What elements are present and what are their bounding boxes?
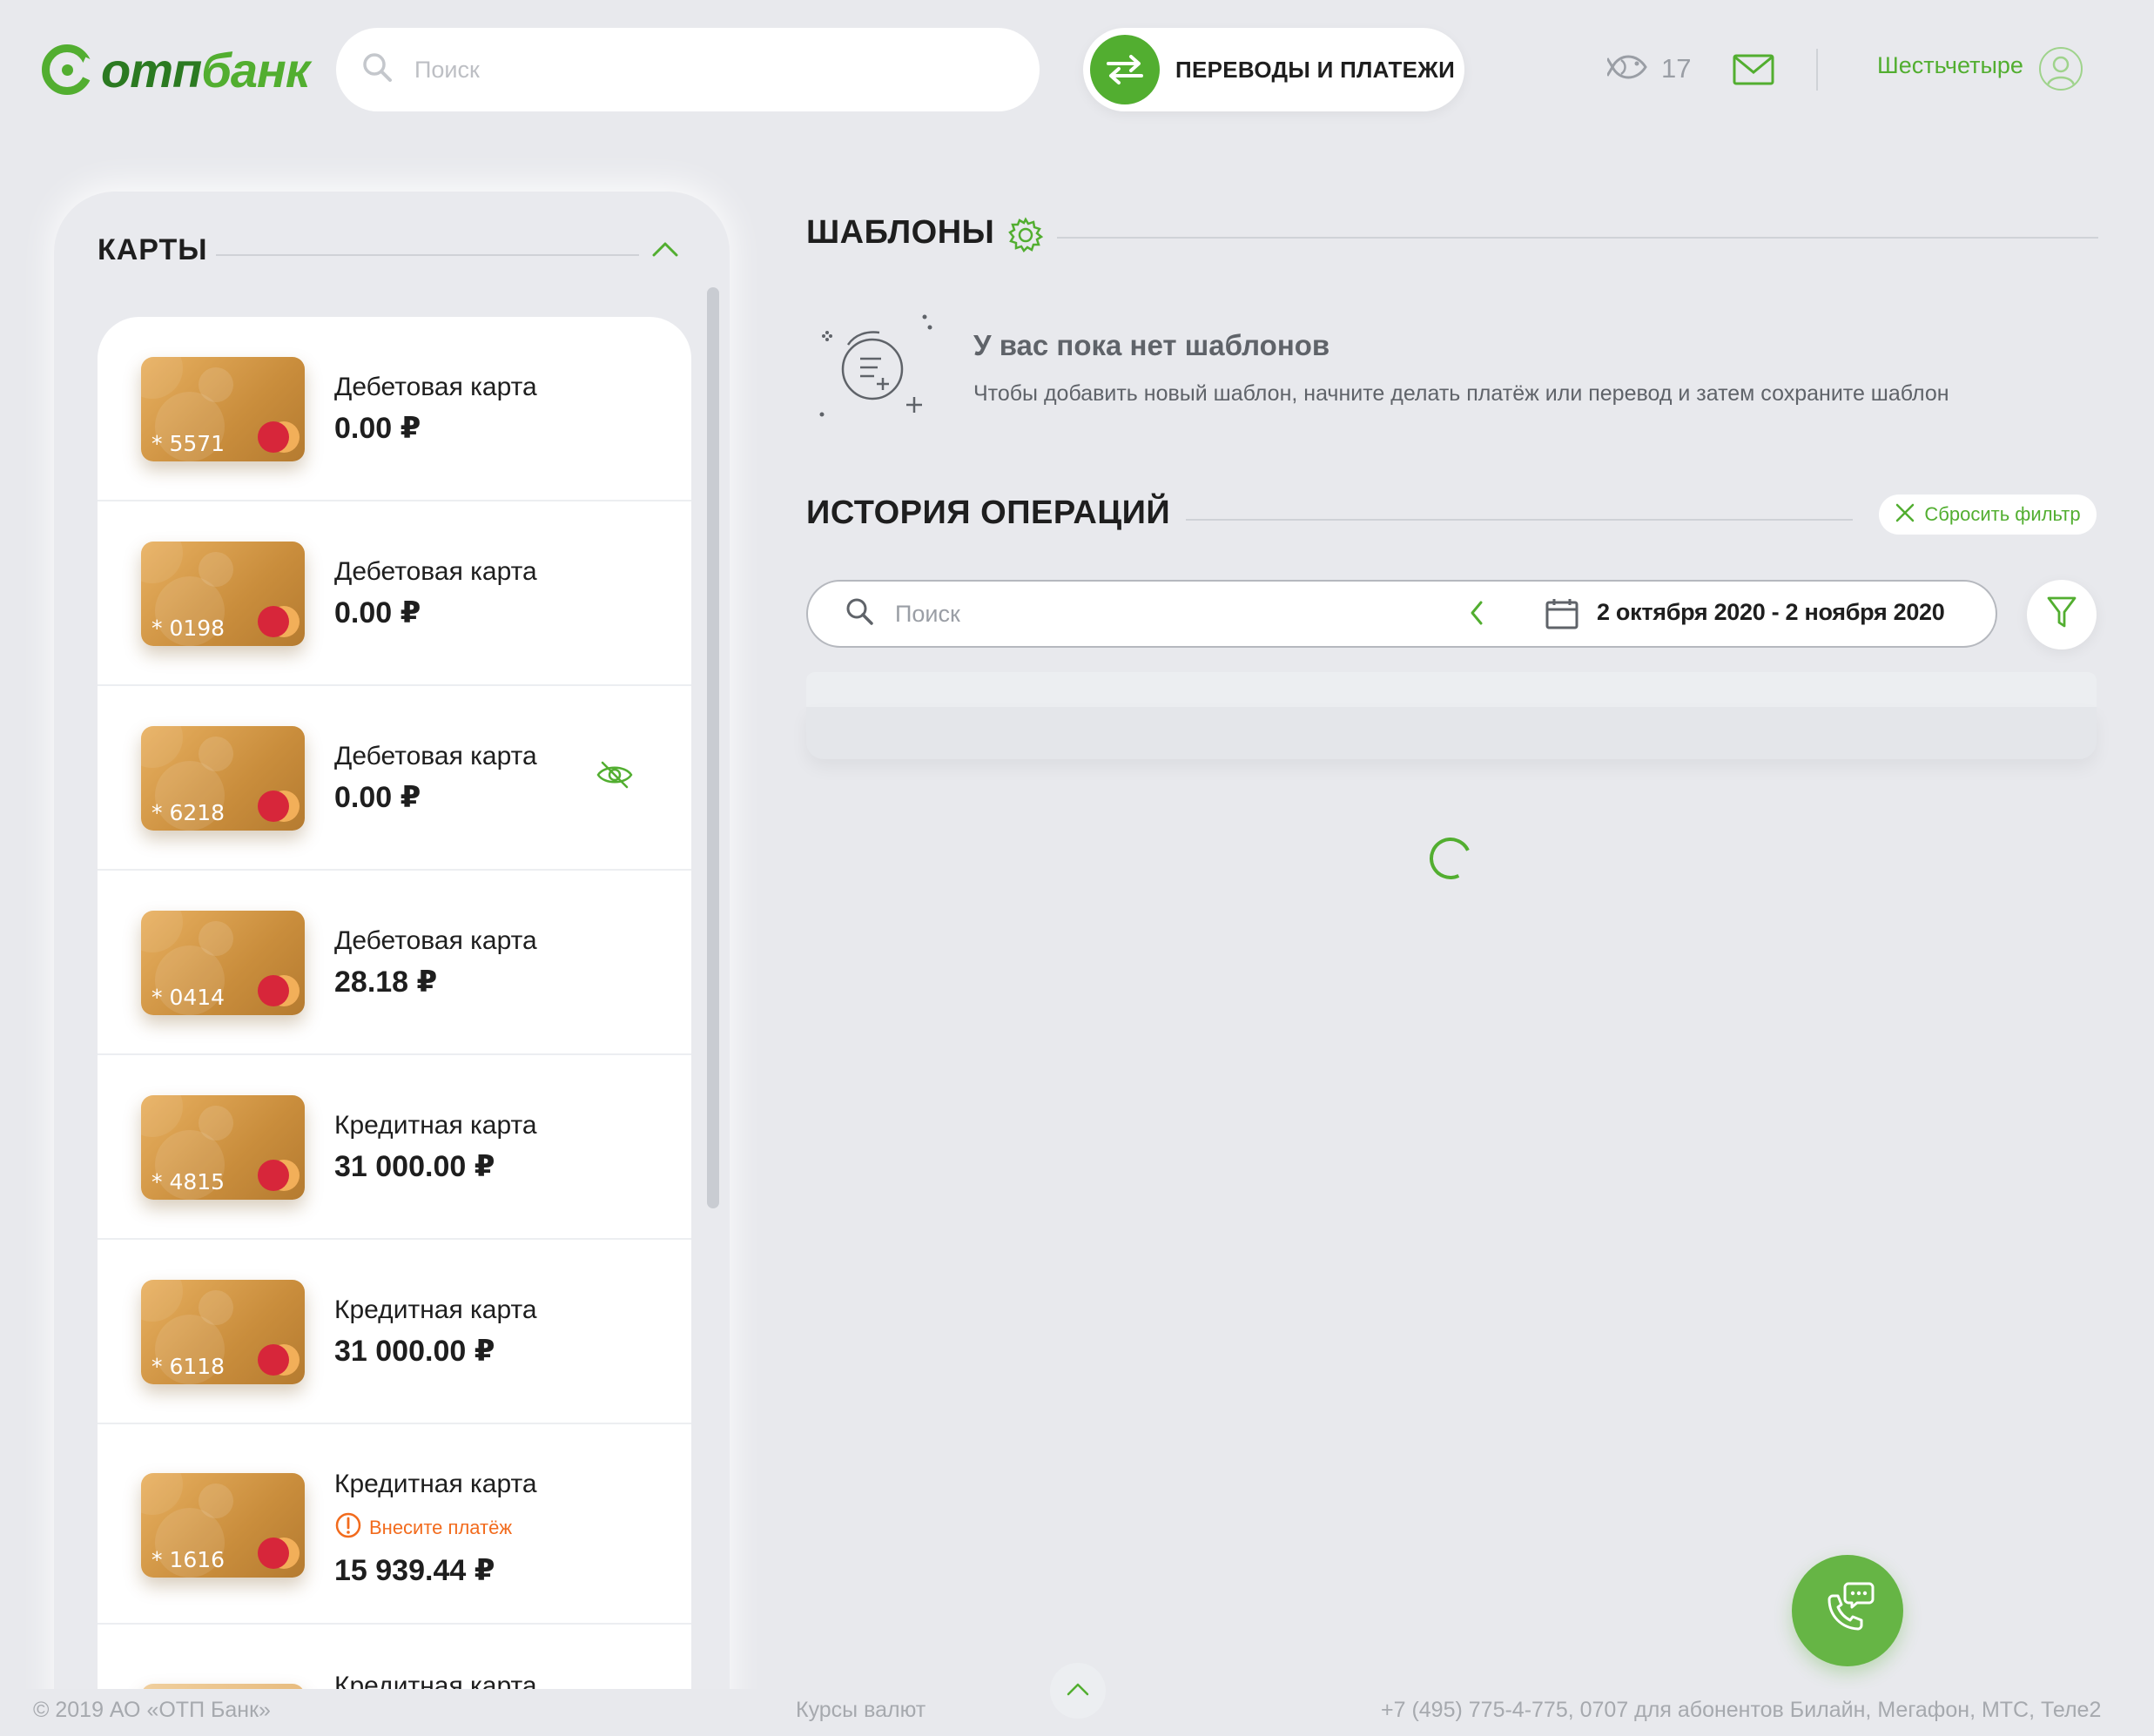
warning-icon xyxy=(334,1511,362,1544)
reset-filter-label: Сбросить фильтр xyxy=(1924,503,2081,525)
date-range[interactable]: 2 октября 2020 - 2 ноября 2020 xyxy=(1597,599,1945,626)
history-divider xyxy=(1186,519,1853,521)
card-balance: 15 939.44 ₽ xyxy=(334,1554,495,1587)
templates-title: ШАБЛОНЫ xyxy=(806,214,995,251)
footer-copyright: © 2019 АО «ОТП Банк» xyxy=(33,1698,271,1722)
card-number: * 6118 xyxy=(151,1354,225,1379)
card-balance: 31 000.00 ₽ xyxy=(334,1335,495,1368)
payment-warning: Внесите платёж xyxy=(334,1511,512,1544)
card-number: * 4815 xyxy=(151,1169,225,1194)
search-icon xyxy=(360,50,395,90)
card-number: * 0198 xyxy=(151,616,225,641)
card-number: * 5571 xyxy=(151,431,225,456)
history-skeleton-row xyxy=(806,707,2097,759)
logo-text-otp: отп xyxy=(101,42,202,98)
bonus-counter[interactable]: 17 xyxy=(1605,47,1692,91)
card-name: Дебетовая карта xyxy=(334,926,537,955)
footer-phone: +7 (495) 775-4-775, 0707 для абонентов Б… xyxy=(1381,1698,2102,1722)
cards-title-divider xyxy=(216,254,639,256)
card-thumbnail: * 4815 xyxy=(141,1095,305,1200)
fish-bonus-icon xyxy=(1605,48,1651,91)
chevron-up-icon[interactable] xyxy=(651,240,679,262)
empty-templates-subtitle: Чтобы добавить новый шаблон, начните дел… xyxy=(973,381,1949,406)
close-icon xyxy=(1895,502,1915,528)
transfer-arrows-icon xyxy=(1090,35,1160,104)
loading-spinner-icon xyxy=(1424,831,1478,885)
mail-icon[interactable] xyxy=(1733,54,1774,90)
history-skeleton-header xyxy=(806,672,2097,707)
card-number: * 0414 xyxy=(151,985,225,1010)
templates-divider xyxy=(1057,237,2098,239)
card-item[interactable]: * 4815 Кредитная карта 31 000.00 ₽ xyxy=(98,1055,691,1240)
history-search-input[interactable] xyxy=(893,599,1419,629)
card-thumbnail: * 6118 xyxy=(141,1280,305,1384)
filter-button[interactable] xyxy=(2027,580,2097,649)
card-balance: 0.00 ₽ xyxy=(334,781,421,814)
card-name: Дебетовая карта xyxy=(334,373,537,401)
gear-icon[interactable] xyxy=(1006,216,1045,259)
user-avatar-icon[interactable] xyxy=(2039,47,2083,91)
card-thumbnail: * 0414 xyxy=(141,911,305,1015)
call-chat-button[interactable] xyxy=(1792,1555,1903,1666)
search-icon xyxy=(845,596,876,632)
chevron-left-icon[interactable] xyxy=(1468,599,1485,631)
card-item[interactable]: * 6118 Кредитная карта 31 000.00 ₽ xyxy=(98,1240,691,1424)
header-divider xyxy=(1816,49,1818,91)
empty-templates-illustration-icon xyxy=(813,310,935,427)
card-name: Кредитная карта xyxy=(334,1295,537,1324)
card-thumbnail: * 6218 xyxy=(141,726,305,831)
card-name: Дебетовая карта xyxy=(334,742,537,770)
card-name: Дебетовая карта xyxy=(334,557,537,586)
otp-bank-logo[interactable]: отпбанк xyxy=(42,40,310,99)
filter-funnel-icon xyxy=(2046,595,2077,635)
card-balance: 28.18 ₽ xyxy=(334,966,438,999)
footer-rates-link[interactable]: Курсы валют xyxy=(796,1698,926,1723)
cards-title: КАРТЫ xyxy=(98,233,208,266)
scroll-up-button[interactable] xyxy=(1050,1663,1106,1719)
eye-hidden-icon[interactable] xyxy=(596,759,634,795)
transfers-payments-label: ПЕРЕВОДЫ И ПЛАТЕЖИ xyxy=(1175,56,1456,83)
card-thumbnail: * 1616 xyxy=(141,1473,305,1578)
card-name: Кредитная карта xyxy=(334,1111,537,1140)
card-number: * 1616 xyxy=(151,1547,225,1572)
history-title: ИСТОРИЯ ОПЕРАЦИЙ xyxy=(806,495,1171,531)
card-item[interactable]: * 1616 Кредитная карта Внесите платёж 15… xyxy=(98,1424,691,1625)
user-name[interactable]: Шестьчетыре xyxy=(1877,52,2023,79)
card-item[interactable]: * 6218 Дебетовая карта 0.00 ₽ xyxy=(98,686,691,871)
transfers-payments-button[interactable]: ПЕРЕВОДЫ И ПЛАТЕЖИ xyxy=(1083,28,1464,111)
card-balance: 0.00 ₽ xyxy=(334,412,421,445)
logo-mark-icon xyxy=(42,44,92,95)
card-item[interactable]: Кредитная карта xyxy=(98,1625,691,1692)
card-thumbnail: * 0198 xyxy=(141,542,305,646)
chevron-up-icon xyxy=(1066,1681,1090,1701)
card-item[interactable]: * 0198 Дебетовая карта 0.00 ₽ xyxy=(98,501,691,686)
payment-warning-text: Внесите платёж xyxy=(369,1516,513,1538)
card-item[interactable]: * 5571 Дебетовая карта 0.00 ₽ xyxy=(98,317,691,501)
card-thumbnail: * 5571 xyxy=(141,357,305,461)
card-balance: 31 000.00 ₽ xyxy=(334,1150,495,1183)
global-search-input[interactable] xyxy=(413,55,939,84)
cards-scrollbar[interactable] xyxy=(707,287,719,1208)
calendar-icon[interactable] xyxy=(1545,597,1579,635)
card-name: Кредитная карта xyxy=(334,1470,537,1498)
bonus-count: 17 xyxy=(1661,53,1692,84)
card-item[interactable]: * 0414 Дебетовая карта 28.18 ₽ xyxy=(98,871,691,1055)
logo-text-bank: банк xyxy=(201,42,310,98)
global-search-field[interactable] xyxy=(336,28,1040,111)
empty-templates-title: У вас пока нет шаблонов xyxy=(973,329,1330,361)
card-balance: 0.00 ₽ xyxy=(334,596,421,629)
reset-filter-button[interactable]: Сбросить фильтр xyxy=(1879,495,2097,535)
card-number: * 6218 xyxy=(151,800,225,825)
card-list: * 5571 Дебетовая карта 0.00 ₽ * 0198 Деб… xyxy=(98,317,691,1692)
phone-chat-icon xyxy=(1817,1578,1878,1644)
